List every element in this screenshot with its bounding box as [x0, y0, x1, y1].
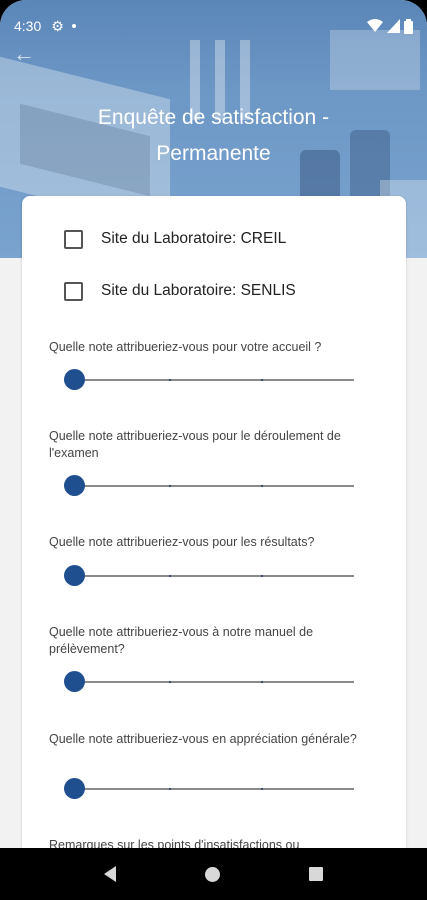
question-accueil: Quelle note attribueriez-vous pour votre…: [49, 340, 322, 354]
slider-resultats[interactable]: [64, 565, 354, 587]
checkbox-senlis[interactable]: [64, 281, 83, 301]
site-senlis-option[interactable]: Site du Laboratoire: SENLIS: [64, 279, 296, 303]
battery-icon: [404, 18, 413, 34]
signal-icon: [387, 19, 400, 33]
site-creil-label: Site du Laboratoire: CREIL: [101, 230, 287, 247]
status-bar: 4:30 ⚙: [0, 0, 427, 52]
slider-generale[interactable]: [64, 778, 354, 800]
system-nav-bar: [0, 848, 427, 900]
site-creil-option[interactable]: Site du Laboratoire: CREIL: [64, 227, 286, 251]
slider-examen[interactable]: [64, 475, 354, 497]
question-manuel: Quelle note attribueriez-vous à notre ma…: [49, 625, 314, 656]
slider-accueil[interactable]: [64, 369, 354, 391]
gear-icon: ⚙: [51, 17, 64, 34]
notification-dot-icon: [71, 24, 76, 28]
slider-thumb[interactable]: [64, 778, 85, 799]
site-senlis-label: Site du Laboratoire: SENLIS: [101, 282, 296, 299]
question-resultats: Quelle note attribueriez-vous pour les r…: [49, 535, 315, 549]
status-time: 4:30: [14, 18, 42, 34]
slider-thumb[interactable]: [64, 475, 85, 496]
slider-thumb[interactable]: [64, 369, 85, 390]
page-title: Enquête de satisfaction - Permanente: [97, 106, 330, 165]
slider-manuel[interactable]: [64, 671, 354, 693]
survey-card: Site du Laboratoire: CREIL Site du Labor…: [22, 196, 406, 856]
nav-back-icon[interactable]: [104, 866, 117, 882]
nav-home-icon[interactable]: [204, 866, 220, 882]
question-generale: Quelle note attribueriez-vous en appréci…: [49, 732, 357, 746]
nav-recents-icon[interactable]: [308, 867, 323, 881]
wifi-icon: [367, 19, 383, 32]
app-screen: 4:30 ⚙ ← Enquête de satisfaction - Perman…: [0, 0, 427, 900]
slider-thumb[interactable]: [64, 671, 85, 692]
checkbox-creil[interactable]: [64, 229, 83, 249]
back-arrow-icon[interactable]: ←: [10, 40, 38, 68]
slider-thumb[interactable]: [64, 565, 85, 586]
question-examen: Quelle note attribueriez-vous pour le dé…: [49, 429, 341, 460]
